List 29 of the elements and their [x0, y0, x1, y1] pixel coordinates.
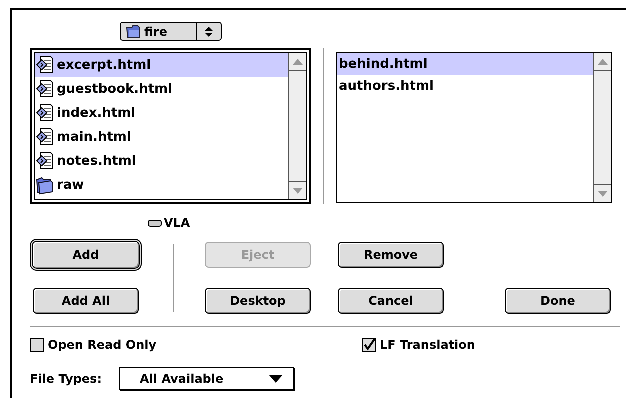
checkbox[interactable]: [362, 338, 376, 352]
up-down-arrows-icon: [204, 26, 212, 36]
chosen-list-item[interactable]: behind.html: [337, 53, 593, 75]
folder-popup[interactable]: fire: [120, 22, 222, 41]
checkbox-label: LF Translation: [380, 338, 476, 352]
file-list-item[interactable]: excerpt.html: [35, 53, 288, 77]
checkbox[interactable]: [30, 338, 44, 352]
file-list-item[interactable]: index.html: [35, 101, 288, 125]
dialog-button[interactable]: Add: [30, 238, 142, 270]
file-list-item[interactable]: guestbook.html: [35, 77, 288, 101]
dialog-button[interactable]: Add All: [33, 288, 139, 314]
file-types-label: File Types:: [30, 372, 102, 386]
file-list-item[interactable]: main.html: [35, 125, 288, 149]
file-list-item[interactable]: raw: [35, 173, 288, 197]
chosen-list-item[interactable]: authors.html: [337, 75, 593, 97]
dialog-button[interactable]: Remove: [338, 242, 444, 268]
scroll-bar[interactable]: [593, 53, 611, 202]
checkbox-label: Open Read Only: [48, 338, 157, 352]
file-types-dropdown[interactable]: All Available: [119, 367, 294, 390]
scroll-bar[interactable]: [288, 53, 306, 199]
dialog-button[interactable]: Desktop: [205, 288, 311, 314]
folder-icon: [126, 24, 140, 39]
drive-icon: [148, 220, 162, 226]
dialog-button[interactable]: Cancel: [338, 288, 444, 314]
folder-icon: [36, 176, 54, 194]
dropdown-arrow-icon: [269, 374, 283, 382]
file-list-item[interactable]: notes.html: [35, 149, 288, 173]
volume-label: VLA: [164, 216, 190, 230]
dialog-button[interactable]: Done: [505, 288, 611, 314]
